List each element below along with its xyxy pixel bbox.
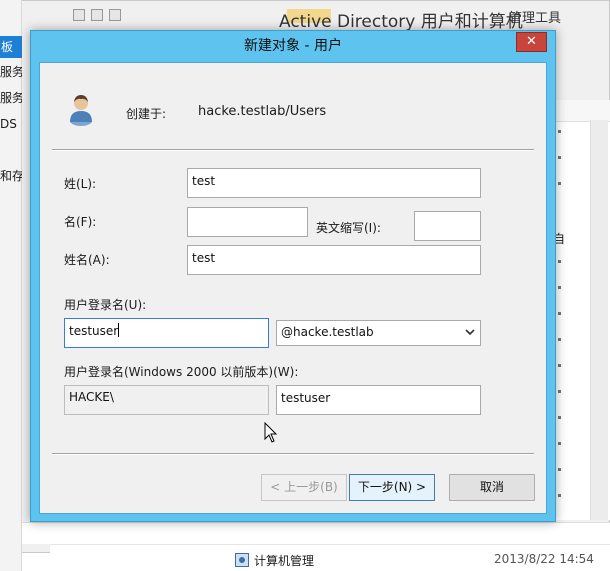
- toolbar-icon[interactable]: [73, 9, 85, 21]
- list-item: [558, 442, 561, 445]
- cancel-button[interactable]: 取消: [449, 474, 535, 501]
- list-column-header[interactable]: [553, 100, 610, 122]
- list-item: [558, 182, 561, 185]
- toolbar-icons: [73, 9, 127, 24]
- first-name-field[interactable]: [187, 207, 308, 237]
- background-window-title: Active Directory 用户和计算机: [279, 12, 523, 32]
- tree-item[interactable]: 服务: [0, 90, 22, 106]
- last-name-label: 姓(L):: [64, 177, 97, 191]
- list-item: [558, 364, 561, 367]
- full-name-label: 姓名(A):: [64, 253, 110, 267]
- taskbar-row: 计算机管理 2013/8/22 14:54: [50, 544, 610, 571]
- chevron-down-icon: [465, 329, 475, 336]
- dialog-body: 创建于: hacke.testlab/Users 姓(L): test 名(F)…: [39, 62, 547, 514]
- list-item: [558, 130, 561, 133]
- close-icon: ✕: [526, 34, 537, 49]
- domain-selected-value: @hacke.testlab: [281, 325, 374, 339]
- next-button[interactable]: 下一步(N) >: [349, 474, 435, 501]
- background-tree-pane: 板 服务 服务 DS 和存: [0, 0, 22, 571]
- timestamp: 2013/8/22 14:54: [494, 552, 594, 566]
- list-item: [558, 156, 561, 159]
- pre2000-domain-field: HACKE\: [64, 385, 269, 415]
- pre2000-name-field[interactable]: testuser: [276, 385, 481, 415]
- list-item: [558, 468, 561, 471]
- full-name-field[interactable]: test: [187, 245, 481, 275]
- computer-management-icon: [235, 553, 249, 567]
- initials-field[interactable]: [414, 211, 481, 241]
- list-item: [558, 260, 561, 263]
- first-name-label: 名(F):: [64, 215, 97, 229]
- user-icon: [70, 95, 92, 126]
- list-item: [558, 416, 561, 419]
- toolbar-icon[interactable]: [91, 9, 103, 21]
- list-item: [558, 390, 561, 393]
- close-button[interactable]: ✕: [516, 32, 547, 52]
- list-item: [558, 494, 561, 497]
- toolbar-icon[interactable]: [109, 9, 121, 21]
- created-in-label: 创建于:: [126, 107, 167, 121]
- tree-item-selected[interactable]: 板: [0, 36, 22, 58]
- pre2000-label: 用户登录名(Windows 2000 以前版本)(W):: [64, 365, 299, 379]
- separator: [52, 149, 534, 151]
- list-item: [558, 286, 561, 289]
- list-item: [558, 338, 561, 341]
- logon-name-value: testuser: [69, 324, 119, 338]
- tree-item[interactable]: DS: [0, 116, 22, 132]
- logon-name-label: 用户登录名(U):: [64, 298, 147, 312]
- created-in-value: hacke.testlab/Users: [198, 104, 327, 119]
- initials-label: 英文缩写(I):: [316, 221, 381, 235]
- background-menu-label[interactable]: 管理工具: [509, 7, 561, 26]
- domain-select[interactable]: @hacke.testlab: [276, 320, 481, 346]
- tree-item[interactable]: 和存: [0, 168, 22, 184]
- new-user-dialog: 新建对象 - 用户 ✕ 创建于: hacke.testlab/Users 姓(L…: [30, 30, 556, 522]
- mouse-cursor-icon: [264, 422, 278, 443]
- logon-name-field[interactable]: testuser: [64, 318, 269, 348]
- separator: [52, 453, 534, 455]
- back-button[interactable]: < 上一步(B): [261, 474, 347, 501]
- last-name-field[interactable]: test: [187, 168, 481, 198]
- text-caret: [118, 323, 120, 337]
- tree-item[interactable]: 服务: [0, 64, 22, 80]
- taskbar-item-label[interactable]: 计算机管理: [254, 552, 314, 569]
- background-status-bar: [22, 522, 610, 544]
- list-item: [558, 312, 561, 315]
- dialog-title: 新建对象 - 用户: [244, 38, 342, 54]
- background-scrollbar[interactable]: [590, 120, 608, 520]
